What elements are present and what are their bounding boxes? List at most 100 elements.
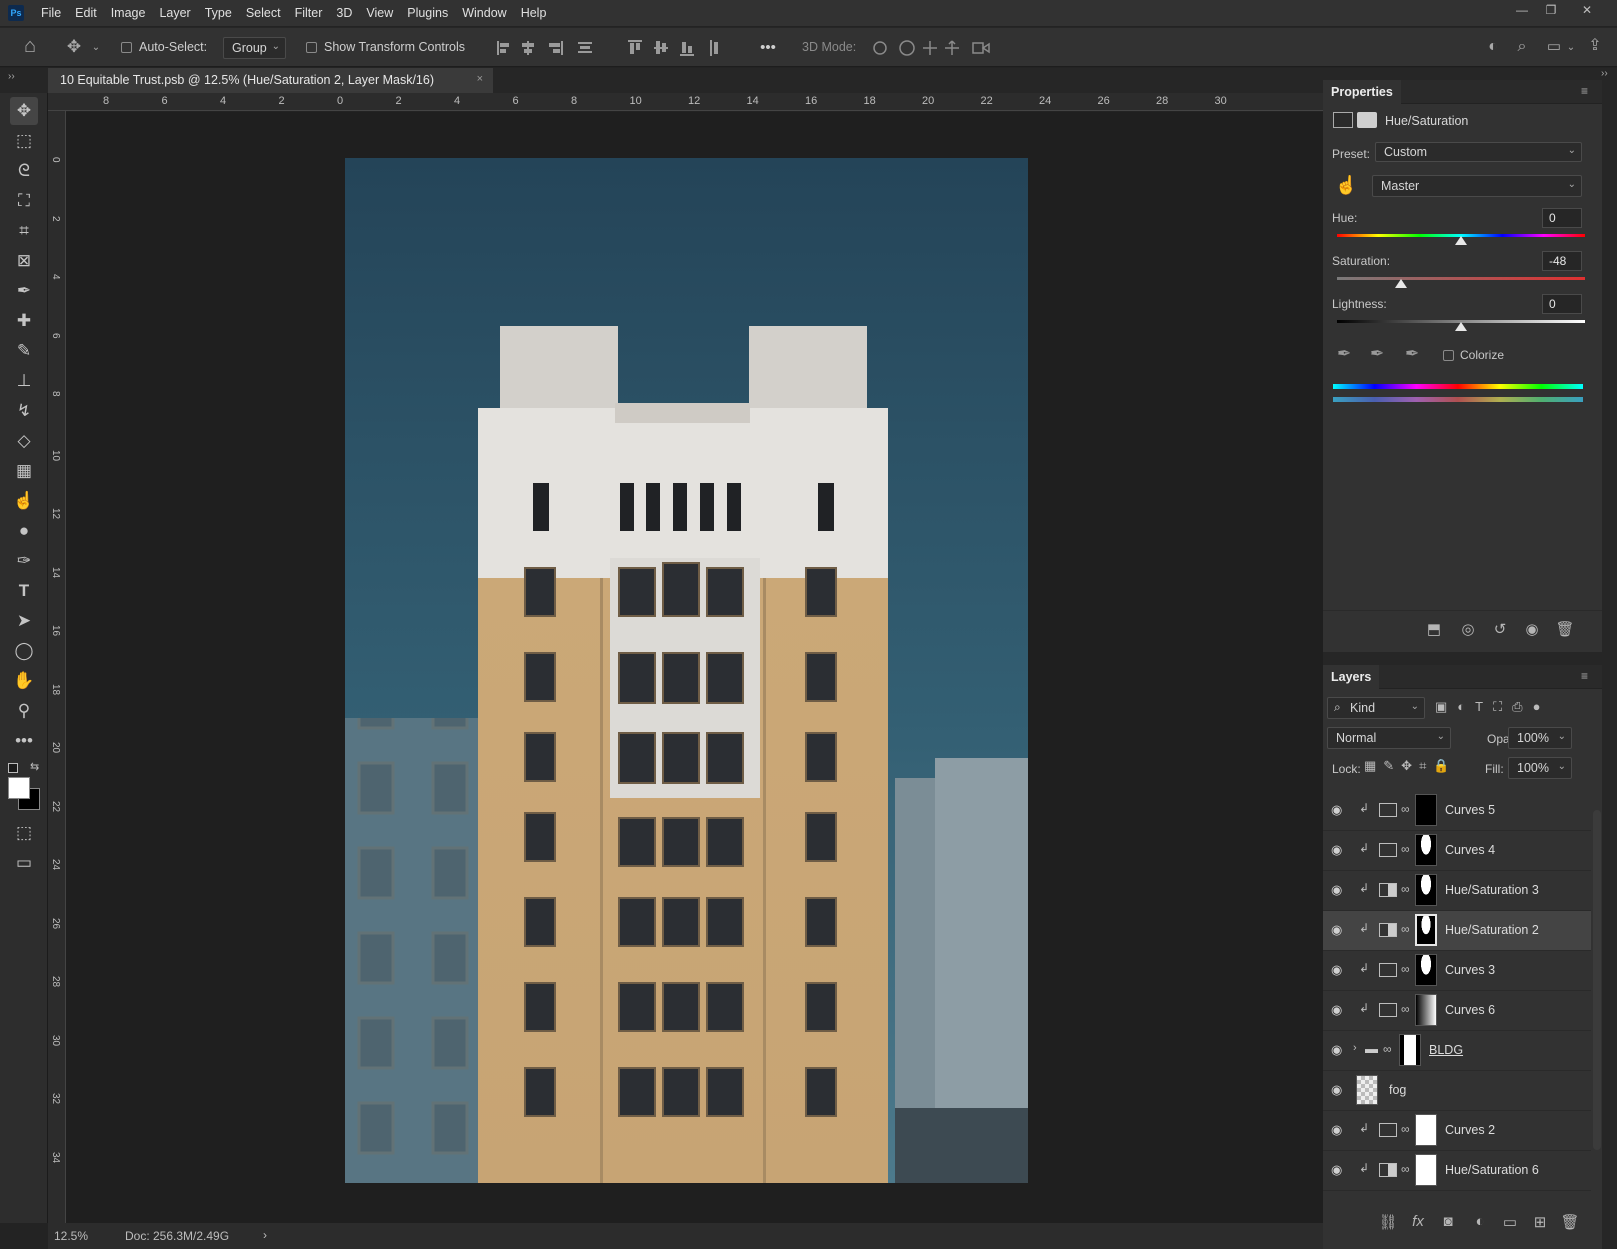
visibility-eye-icon[interactable]: ◉ (1331, 802, 1342, 818)
layer-row[interactable]: ◉ ↲ ∞ Hue/Saturation 3 (1323, 871, 1591, 911)
filter-kind-dropdown[interactable]: ⌕ Kind ⌄ (1327, 697, 1425, 719)
learn-icon[interactable]: ◐ (1482, 37, 1504, 57)
swap-colors-icon[interactable]: ⇆ (30, 760, 39, 773)
saturation-input[interactable]: -48 (1542, 251, 1582, 271)
dodge-tool-icon[interactable]: ● (10, 517, 38, 545)
clone-stamp-tool-icon[interactable]: ⊥ (10, 367, 38, 395)
delete-adjustment-icon[interactable]: 🗑 (1552, 620, 1578, 638)
layer-mask-thumbnail[interactable] (1415, 914, 1437, 946)
colorize-checkbox[interactable] (1443, 350, 1454, 361)
object-selection-tool-icon[interactable]: ⛶ (10, 187, 38, 215)
show-transform-controls-checkbox[interactable] (306, 42, 317, 53)
layer-mask-thumbnail[interactable] (1415, 834, 1437, 866)
panel-menu-icon[interactable]: ≡ (1581, 669, 1588, 683)
view-previous-icon[interactable]: ◎ (1455, 620, 1481, 638)
link-layers-icon[interactable]: ⛓ (1375, 1213, 1401, 1231)
link-chain-icon[interactable]: ∞ (1401, 842, 1410, 856)
layer-row[interactable]: ◉ ↲ ∞ Curves 3 (1323, 951, 1591, 991)
new-group-icon[interactable]: ▭ (1497, 1213, 1523, 1231)
auto-select-target-dropdown[interactable]: Group ⌄ (223, 37, 286, 59)
layer-row[interactable]: ◉ ↲ ∞ Curves 5 (1323, 791, 1591, 831)
home-icon[interactable]: ⌂ (18, 36, 42, 56)
layer-mask-thumbnail[interactable] (1415, 1114, 1437, 1146)
workspace-chevron-icon[interactable]: ⌄ (1565, 38, 1577, 58)
history-brush-tool-icon[interactable]: ↯ (10, 397, 38, 425)
quick-mask-icon[interactable]: ⬚ (10, 819, 38, 847)
marquee-tool-icon[interactable]: ⬚ (10, 127, 38, 155)
status-menu-arrow[interactable]: › (263, 1228, 267, 1242)
layers-tab[interactable]: Layers (1323, 665, 1380, 689)
layer-mask-thumbnail[interactable] (1415, 794, 1437, 826)
menu-type[interactable]: Type (198, 6, 239, 20)
healing-brush-tool-icon[interactable]: ✚ (10, 307, 38, 335)
share-icon[interactable]: ⇪ (1584, 36, 1606, 56)
lock-icons[interactable]: ▦✎✥⌗🔒 (1364, 758, 1457, 774)
link-chain-icon[interactable]: ∞ (1401, 882, 1410, 896)
pen-tool-icon[interactable]: ✑ (10, 547, 38, 575)
mask-icon[interactable] (1357, 112, 1377, 128)
menu-view[interactable]: View (359, 6, 400, 20)
gradient-tool-icon[interactable]: ▦ (10, 457, 38, 485)
menu-select[interactable]: Select (239, 6, 288, 20)
edit-toolbar-icon[interactable]: ••• (10, 727, 38, 755)
crop-tool-icon[interactable]: ⌗ (10, 217, 38, 245)
link-chain-icon[interactable]: ∞ (1383, 1042, 1392, 1056)
menu-3d[interactable]: 3D (329, 6, 359, 20)
preset-dropdown[interactable]: Custom ⌄ (1375, 142, 1582, 162)
visibility-eye-icon[interactable]: ◉ (1331, 922, 1342, 938)
visibility-eye-icon[interactable]: ◉ (1331, 842, 1342, 858)
document-tab[interactable]: 10 Equitable Trust.psb @ 12.5% (Hue/Satu… (48, 68, 493, 93)
new-layer-icon[interactable]: ⊞ (1527, 1213, 1553, 1231)
lightness-input[interactable]: 0 (1542, 294, 1582, 314)
layer-mask-thumbnail[interactable] (1415, 874, 1437, 906)
move-tool-icon[interactable]: ✥ (10, 97, 38, 125)
foreground-color-swatch[interactable] (8, 777, 30, 799)
move-tool-icon[interactable]: ✥ (62, 37, 86, 57)
layer-style-icon[interactable]: fx (1405, 1213, 1431, 1230)
auto-select-checkbox[interactable] (121, 42, 132, 53)
link-chain-icon[interactable]: ∞ (1401, 922, 1410, 936)
menu-help[interactable]: Help (514, 6, 554, 20)
hue-slider-thumb[interactable] (1455, 236, 1467, 245)
zoom-level[interactable]: 12.5% (54, 1229, 88, 1243)
reset-icon[interactable]: ↺ (1487, 620, 1513, 638)
path-selection-tool-icon[interactable]: ➤ (10, 607, 38, 635)
link-chain-icon[interactable]: ∞ (1401, 962, 1410, 976)
layer-row[interactable]: ◉ › ▬ ∞ BLDG (1323, 1031, 1591, 1071)
default-colors-icon[interactable] (8, 763, 18, 773)
visibility-eye-icon[interactable]: ◉ (1331, 1122, 1342, 1138)
eyedropper-plus-icon[interactable]: ✒ (1370, 344, 1384, 364)
delete-layer-icon[interactable]: 🗑 (1557, 1213, 1583, 1231)
hue-input[interactable]: 0 (1542, 208, 1582, 228)
visibility-eye-icon[interactable]: ◉ (1331, 962, 1342, 978)
menu-edit[interactable]: Edit (68, 6, 104, 20)
link-chain-icon[interactable]: ∞ (1401, 1162, 1410, 1176)
hand-tool-icon[interactable]: ✋ (10, 667, 38, 695)
frame-tool-icon[interactable]: ⊠ (10, 247, 38, 275)
lasso-tool-icon[interactable]: ᘓ (10, 157, 38, 185)
lightness-slider-thumb[interactable] (1455, 322, 1467, 331)
visibility-eye-icon[interactable]: ◉ (1331, 882, 1342, 898)
panel-menu-icon[interactable]: ≡ (1581, 84, 1588, 98)
add-mask-icon[interactable]: ◙ (1435, 1213, 1461, 1230)
search-icon[interactable]: ⌕ (1511, 37, 1533, 57)
type-tool-icon[interactable]: T (10, 577, 38, 605)
layer-mask-thumbnail[interactable] (1415, 1154, 1437, 1186)
layer-row[interactable]: ◉ ↲ ∞ Curves 4 (1323, 831, 1591, 871)
visibility-eye-icon[interactable]: ◉ (1331, 1162, 1342, 1178)
menu-layer[interactable]: Layer (152, 6, 197, 20)
smudge-tool-icon[interactable]: ☝ (10, 487, 38, 515)
workspace-icon[interactable]: ▭ (1543, 37, 1565, 57)
tool-preset-chevron-icon[interactable]: ⌄ (90, 38, 102, 58)
layer-row[interactable]: ◉ ↲ ∞ Hue/Saturation 2 (1323, 911, 1591, 951)
link-chain-icon[interactable]: ∞ (1401, 1002, 1410, 1016)
fill-input[interactable]: 100% ⌄ (1508, 757, 1572, 779)
more-options-icon[interactable]: ••• (756, 38, 780, 58)
ellipse-tool-icon[interactable]: ◯ (10, 637, 38, 665)
layer-row[interactable]: ◉ ↲ ∞ Hue/Saturation 6 (1323, 1151, 1591, 1191)
visibility-eye-icon[interactable]: ◉ (1331, 1002, 1342, 1018)
menu-plugins[interactable]: Plugins (400, 6, 455, 20)
layer-mask-thumbnail[interactable] (1399, 1034, 1421, 1066)
panel-collapse-icon[interactable]: ›› (1601, 68, 1617, 88)
opacity-input[interactable]: 100% ⌄ (1508, 727, 1572, 749)
